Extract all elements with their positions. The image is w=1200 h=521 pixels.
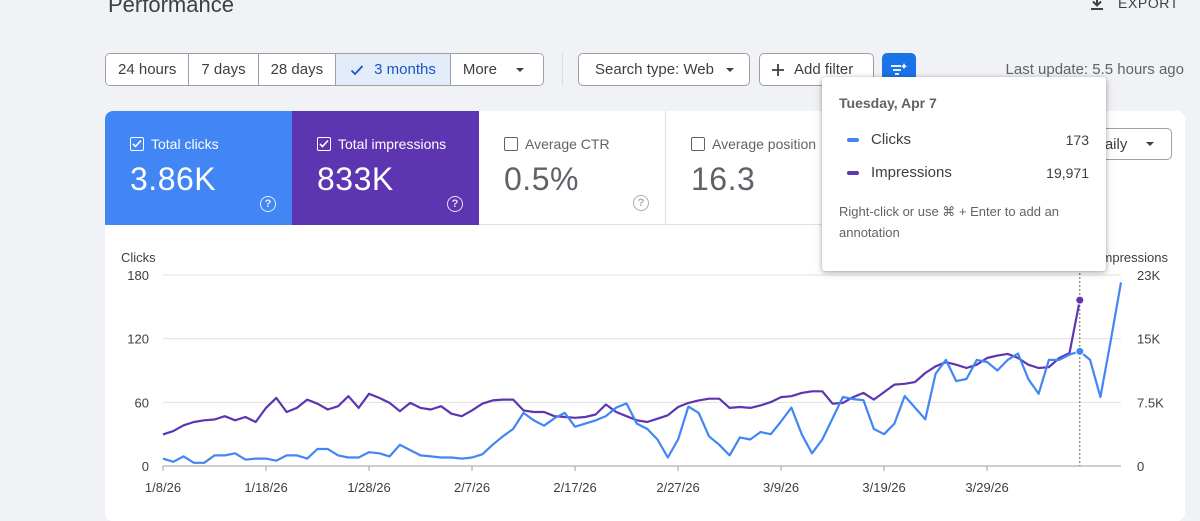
range-24-hours[interactable]: 24 hours [106,54,190,85]
legend-swatch-impressions [847,170,859,175]
plus-icon [772,63,784,76]
toolbar-divider [562,53,563,86]
y-tick-label-right: 23K [1137,268,1160,283]
export-label: EXPORT [1118,0,1179,11]
y-tick-label-right: 0 [1137,459,1144,474]
y-tick-label-right: 7.5K [1137,395,1164,410]
filter-sparkle-icon [891,62,908,75]
range-more-dropdown[interactable]: More [450,54,544,85]
x-tick-label: 2/17/26 [553,480,596,495]
x-tick-label: 3/29/26 [965,480,1008,495]
series-line-clicks [162,282,1123,464]
add-filter-label: Add filter [794,61,854,78]
y-tick-label-left: 0 [142,459,149,474]
range-label: 3 months [374,61,436,78]
tooltip-series-value: 173 [1065,131,1089,148]
x-tick-label: 2/27/26 [656,480,699,495]
caret-down-icon [726,67,734,72]
y-axis-title-right: Impressions [1098,250,1169,265]
tooltip-row-clicks: Clicks 173 [839,131,1089,148]
y-axis-title-left: Clicks [121,250,156,265]
series-line-impressions [162,299,1081,436]
range-label: 28 days [270,61,324,78]
range-3-months[interactable]: 3 months [336,54,451,85]
page-title: Performance [108,0,234,17]
y-tick-label-left: 180 [127,268,149,283]
highlight-point-clicks [1075,346,1085,356]
y-tick-label-left: 120 [127,332,149,347]
y-tick-label-left: 60 [135,395,149,410]
search-type-label: Search type: Web [595,61,714,78]
tooltip-series-value: 19,971 [1046,164,1089,181]
range-label: 24 hours [118,61,177,78]
x-tick-label: 1/28/26 [347,480,390,495]
x-tick-label: 3/19/26 [862,480,905,495]
performance-page: Performance EXPORT 24 hours 7 days 28 da… [0,0,1200,521]
export-button[interactable]: EXPORT [1088,0,1179,12]
x-tick-label: 1/18/26 [244,480,287,495]
x-tick-label: 3/9/26 [763,480,799,495]
chart-tooltip: Tuesday, Apr 7 Clicks 173 Impressions 19… [822,77,1106,271]
x-tick-label: 1/8/26 [145,480,181,495]
more-label: More [462,61,498,78]
date-range-selector: 24 hours 7 days 28 days 3 months More [105,53,545,86]
search-type-dropdown[interactable]: Search type: Web [578,53,750,86]
highlight-point-impressions [1075,295,1085,305]
check-icon [350,64,364,75]
tooltip-date: Tuesday, Apr 7 [839,95,937,111]
range-label: 7 days [201,61,246,78]
tooltip-series-name: Clicks [871,131,911,148]
tooltip-row-impressions: Impressions 19,971 [839,164,1089,181]
tooltip-series-name: Impressions [871,164,952,181]
range-7-days[interactable]: 7 days [189,54,259,85]
caret-down-icon [516,67,525,72]
download-icon [1091,0,1103,10]
range-28-days[interactable]: 28 days [258,54,337,85]
x-tick-label: 2/7/26 [454,480,490,495]
y-tick-label-right: 15K [1137,332,1160,347]
last-update-text: Last update: 5.5 hours ago [1005,61,1184,78]
legend-swatch-clicks [847,137,859,142]
tooltip-annotation-hint: Right-click or use ⌘ + Enter to add an a… [839,204,1060,240]
